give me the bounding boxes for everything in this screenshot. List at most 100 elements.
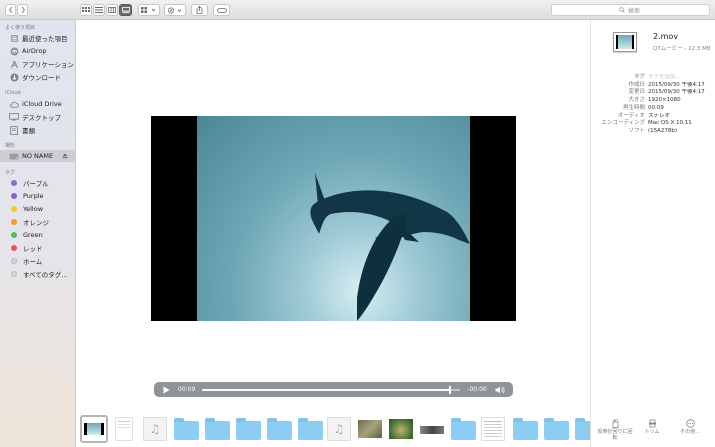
filmstrip-item-folder[interactable] (174, 418, 199, 440)
sidebar-item-downloads[interactable]: ダウンロード (0, 71, 76, 83)
sidebar-tag-home[interactable]: ホーム (0, 255, 76, 267)
filmstrip-item-document[interactable] (481, 417, 505, 441)
rotate-left-icon (612, 419, 618, 428)
sidebar-item-label: ダウンロード (22, 74, 61, 82)
filmstrip-item-photo[interactable] (389, 419, 413, 439)
metadata-row: 作成日 2015/09/30 午後4:17 (596, 82, 714, 90)
dolphins-image (310, 173, 470, 321)
sidebar-tag-purple[interactable]: Purple (0, 190, 76, 202)
sidebar-item-no-name[interactable]: NO NAME (0, 150, 76, 162)
filmstrip-item-folder[interactable] (298, 418, 323, 440)
sidebar-item-label: ホーム (23, 258, 43, 266)
video-thumbnail (84, 423, 104, 435)
metadata-list: タグ タグを追加... 作成日 2015/09/30 午後4:17 変更日 2015/… (596, 74, 714, 136)
sidebar-item-label: NO NAME (22, 152, 54, 160)
forward-button[interactable] (17, 4, 28, 16)
filmstrip-item-folder[interactable] (513, 418, 538, 440)
filmstrip-item-music[interactable]: ♫ (327, 417, 351, 441)
section-header-tags: タグ (5, 170, 16, 176)
sidebar-item-label: パープル (23, 180, 49, 188)
filmstrip-item-folder[interactable] (575, 418, 590, 440)
sidebar-item-airdrop[interactable]: AirDrop (0, 45, 76, 57)
speaker-icon (495, 386, 505, 393)
gear-icon (167, 6, 182, 14)
video-preview[interactable] (151, 116, 516, 321)
music-note-icon: ♫ (333, 422, 345, 436)
filmstrip-item-music[interactable]: ♫ (143, 417, 167, 441)
filmstrip-item-folder[interactable] (451, 418, 476, 440)
list-view-button[interactable] (93, 4, 105, 16)
metadata-value: ステレオ (648, 112, 671, 119)
airdrop-icon (9, 46, 19, 56)
sidebar-item-label: AirDrop (22, 47, 47, 55)
filmstrip-item-video-selected[interactable] (80, 415, 108, 443)
more-button[interactable]: その他... (672, 419, 708, 435)
sidebar-tag-purple-jp[interactable]: パープル (0, 177, 76, 189)
filmstrip-item-photo[interactable] (358, 420, 382, 438)
back-button[interactable] (5, 4, 16, 16)
tag-color-dot (11, 258, 17, 264)
search-field[interactable]: 検索 (551, 4, 710, 16)
search-icon (619, 7, 625, 13)
eject-icon[interactable] (62, 153, 68, 161)
file-icon (613, 32, 637, 52)
sidebar-item-documents[interactable]: 書類 (0, 124, 76, 136)
sidebar-tag-green[interactable]: Green (0, 229, 76, 241)
sidebar-all-tags[interactable]: すべてのタグ... (0, 268, 76, 280)
filmstrip-item-photo[interactable] (420, 426, 444, 434)
section-header-locations: 場所 (5, 143, 16, 149)
group-by-button[interactable] (138, 4, 160, 16)
metadata-value: 2015/09/30 午後4:17 (648, 81, 705, 88)
filmstrip-item-folder[interactable] (267, 418, 292, 440)
trim-button[interactable]: トリム (634, 419, 670, 435)
playback-scrubber[interactable] (202, 385, 461, 394)
section-header-icloud: iCloud (5, 90, 21, 96)
document-lines (118, 421, 130, 422)
action-button[interactable] (164, 4, 186, 16)
metadata-key: 再生時間 (622, 104, 645, 111)
volume-button[interactable] (495, 386, 505, 394)
recents-icon (9, 33, 19, 43)
sidebar-tag-yellow[interactable]: Yellow (0, 203, 76, 215)
sidebar: よく使う項目 最近使った項目 AirDrop アプリケーション ダウンロード i… (0, 20, 76, 447)
filmstrip-item-document[interactable] (115, 417, 133, 441)
downloads-icon (9, 72, 19, 82)
tag-color-dot (11, 271, 17, 277)
grid-icon (82, 7, 90, 12)
tags-button[interactable] (213, 4, 230, 16)
filmstrip-item-folder[interactable] (544, 418, 569, 440)
remaining-time: -00:00 (467, 386, 487, 393)
metadata-value: (15A278b) (648, 127, 678, 134)
list-icon (95, 7, 103, 13)
share-button[interactable] (191, 4, 208, 16)
rotate-left-button[interactable]: 反時計回りに回転 (597, 419, 633, 441)
filmstrip-item-folder[interactable] (205, 418, 230, 440)
desktop-icon (9, 112, 19, 122)
sidebar-tag-orange[interactable]: オレンジ (0, 216, 76, 228)
metadata-key: ソフト (628, 127, 645, 134)
sidebar-item-desktop[interactable]: デスクトップ (0, 111, 76, 123)
play-icon (163, 386, 170, 393)
sidebar-item-icloud-drive[interactable]: iCloud Drive (0, 98, 76, 110)
sidebar-tag-red[interactable]: レッド (0, 242, 76, 254)
metadata-row: 大きさ 1920×1080 (596, 97, 714, 105)
chevron-right-icon (21, 6, 25, 14)
icon-view-button[interactable] (80, 4, 92, 16)
metadata-value: 1920×1080 (648, 97, 681, 104)
document-lines (484, 421, 502, 422)
sidebar-item-applications[interactable]: アプリケーション (0, 58, 76, 70)
columns-icon (108, 7, 116, 13)
gallery-view-button[interactable] (119, 4, 132, 16)
metadata-key: タグ (633, 74, 645, 80)
play-button[interactable] (163, 386, 171, 394)
sidebar-item-label: Green (23, 231, 43, 239)
add-tags-field[interactable]: タグを追加... (648, 74, 714, 82)
toolbar: 検索 (0, 0, 715, 20)
scrubber-knob[interactable] (448, 385, 451, 394)
filmstrip-item-folder[interactable] (236, 418, 261, 440)
column-view-button[interactable] (106, 4, 118, 16)
metadata-row: 変更日 2015/09/30 午後4:17 (596, 89, 714, 97)
section-header-favorites: よく使う項目 (5, 25, 36, 31)
sidebar-item-label: レッド (23, 245, 43, 253)
sidebar-item-recents[interactable]: 最近使った項目 (0, 32, 76, 44)
